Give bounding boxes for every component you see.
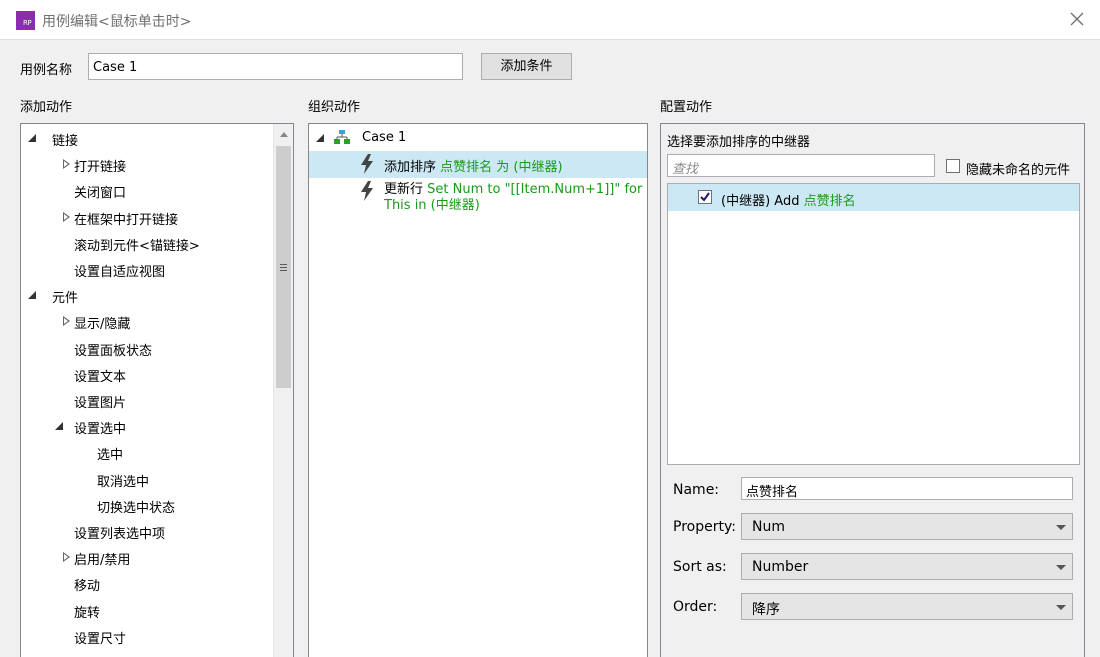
checkmark-icon [700, 192, 710, 202]
tree-item-label: 关闭窗口 [74, 186, 127, 202]
tree-item[interactable]: 设置列表选中项 [21, 518, 271, 544]
repeater-label: (中继器) Add 点赞排名 [721, 194, 856, 209]
chevron-down-icon [1056, 525, 1066, 530]
order-value: 降序 [752, 602, 780, 618]
configure-actions-heading: 配置动作 [660, 100, 713, 115]
tree-item[interactable]: 设置面板状态 [21, 335, 271, 361]
tree-item-label: 取消选中 [97, 474, 150, 490]
sort-as-select[interactable]: Number [741, 553, 1073, 580]
tree-item-label: 滚动到元件<锚链接> [74, 238, 200, 254]
tree-item[interactable]: 设置图片 [21, 387, 271, 413]
title-bar: RP 用例编辑<鼠标单击时> [0, 0, 1100, 40]
scrollbar-thumb[interactable] [276, 146, 291, 388]
action-label: 添加排序 点赞排名 为 (中继器) [384, 160, 563, 175]
tree-item[interactable]: 设置选中 [21, 413, 271, 439]
action-add-sort[interactable]: 添加排序 点赞排名 为 (中继器) [309, 151, 647, 178]
tree-item[interactable]: 元件 [21, 282, 271, 308]
case-name-input[interactable]: Case 1 [88, 53, 463, 80]
tree-item[interactable]: 切换选中状态 [21, 492, 271, 518]
action-update-row[interactable]: 更新行 Set Num to "[[Item.Num+1]]" for This… [309, 178, 647, 218]
sort-as-value: Number [752, 559, 809, 575]
tree-item-label: 链接 [52, 134, 79, 149]
axure-app-icon: RP [16, 11, 35, 30]
case-name-label: 用例名称 [20, 63, 73, 78]
tree-item-label: 选中 [97, 448, 124, 464]
expand-arrow-icon[interactable] [55, 422, 63, 431]
collapse-arrow-icon[interactable] [63, 316, 70, 327]
expand-arrow-icon[interactable] [316, 134, 324, 142]
tree-item-label: 设置图片 [74, 396, 127, 411]
collapse-arrow-icon[interactable] [63, 211, 70, 222]
tree-item[interactable]: 设置尺寸 [21, 623, 271, 649]
tree-item-label: 在框架中打开链接 [74, 212, 179, 228]
window-title: 用例编辑<鼠标单击时> [42, 14, 192, 30]
name-field-label: Name: [673, 482, 720, 498]
tree-item[interactable]: 移动 [21, 570, 271, 596]
tree-item[interactable]: 打开链接 [21, 151, 271, 177]
close-icon[interactable] [1068, 10, 1086, 28]
tree-item[interactable]: 启用/禁用 [21, 544, 271, 570]
property-select[interactable]: Num [741, 513, 1073, 540]
configure-panel: 选择要添加排序的中继器 查找 隐藏未命名的元件 (中继器) Add 点赞排名 N… [660, 123, 1085, 657]
property-label: Property: [673, 519, 736, 535]
sort-as-label: Sort as: [673, 559, 727, 575]
collapse-arrow-icon[interactable] [63, 159, 70, 170]
property-value: Num [752, 519, 785, 535]
configure-title: 选择要添加排序的中继器 [667, 135, 811, 150]
tree-item-label: 打开链接 [74, 160, 127, 176]
case-tree-icon [334, 130, 350, 144]
tree-item-label: 设置尺寸 [74, 631, 127, 647]
tree-item-label: 移动 [74, 579, 101, 595]
tree-item[interactable]: 设置自适应视图 [21, 256, 271, 282]
lightning-icon [361, 181, 373, 201]
lightning-icon [361, 154, 373, 174]
action-label: 更新行 Set Num to "[[Item.Num+1]]" for This… [384, 182, 643, 213]
tree-item-label: 显示/隐藏 [74, 317, 131, 333]
order-label: Order: [673, 599, 718, 615]
expand-arrow-icon[interactable] [28, 291, 36, 300]
hide-unnamed-checkbox[interactable] [946, 159, 960, 173]
tree-item-label: 设置自适应视图 [74, 265, 166, 280]
tree-item-label: 元件 [52, 291, 79, 307]
tree-item[interactable]: 关闭窗口 [21, 177, 271, 203]
scroll-up-arrow-icon[interactable] [280, 132, 288, 137]
tree-item[interactable]: 旋转 [21, 597, 271, 623]
tree-item[interactable]: 链接 [21, 125, 271, 151]
tree-item-label: 设置面板状态 [74, 343, 153, 359]
hide-unnamed-label: 隐藏未命名的元件 [966, 163, 1071, 178]
repeater-list: (中继器) Add 点赞排名 [667, 183, 1080, 465]
add-actions-heading: 添加动作 [20, 100, 73, 115]
organize-actions-heading: 组织动作 [308, 100, 361, 115]
tree-item[interactable]: 设置文本 [21, 361, 271, 387]
collapse-arrow-icon[interactable] [63, 552, 70, 563]
search-input[interactable]: 查找 [667, 154, 935, 177]
tree-item[interactable]: 滚动到元件<锚链接> [21, 230, 271, 256]
tree-item[interactable]: 在框架中打开链接 [21, 204, 271, 230]
add-actions-tree: 链接打开链接关闭窗口在框架中打开链接滚动到元件<锚链接> 设置自适应视图元件显示/… [20, 123, 294, 657]
vertical-scrollbar[interactable] [273, 124, 293, 657]
tree-item-label: 设置文本 [74, 369, 127, 385]
chevron-down-icon [1056, 565, 1066, 570]
tree-item-label: 启用/禁用 [74, 553, 131, 569]
tree-item-label: 旋转 [74, 605, 101, 621]
tree-item-label: 设置选中 [74, 422, 127, 438]
case-node-label: Case 1 [362, 130, 407, 145]
tree-item[interactable]: 取消选中 [21, 466, 271, 492]
chevron-down-icon [1056, 605, 1066, 610]
order-select[interactable]: 降序 [741, 593, 1073, 620]
tree-item[interactable]: 选中 [21, 439, 271, 465]
tree-item[interactable]: 显示/隐藏 [21, 308, 271, 334]
repeater-checkbox[interactable] [698, 190, 712, 204]
organize-actions-tree: Case 1 添加排序 点赞排名 为 (中继器) 更新行 Set Num to … [308, 123, 648, 657]
expand-arrow-icon[interactable] [28, 134, 36, 142]
sort-name-input[interactable]: 点赞排名 [741, 477, 1073, 500]
add-condition-button[interactable]: 添加条件 [481, 53, 572, 80]
case-node[interactable]: Case 1 [309, 124, 647, 151]
repeater-row[interactable]: (中继器) Add 点赞排名 [668, 184, 1079, 211]
tree-item-label: 切换选中状态 [97, 500, 176, 516]
tree-item-label: 设置列表选中项 [74, 527, 166, 542]
